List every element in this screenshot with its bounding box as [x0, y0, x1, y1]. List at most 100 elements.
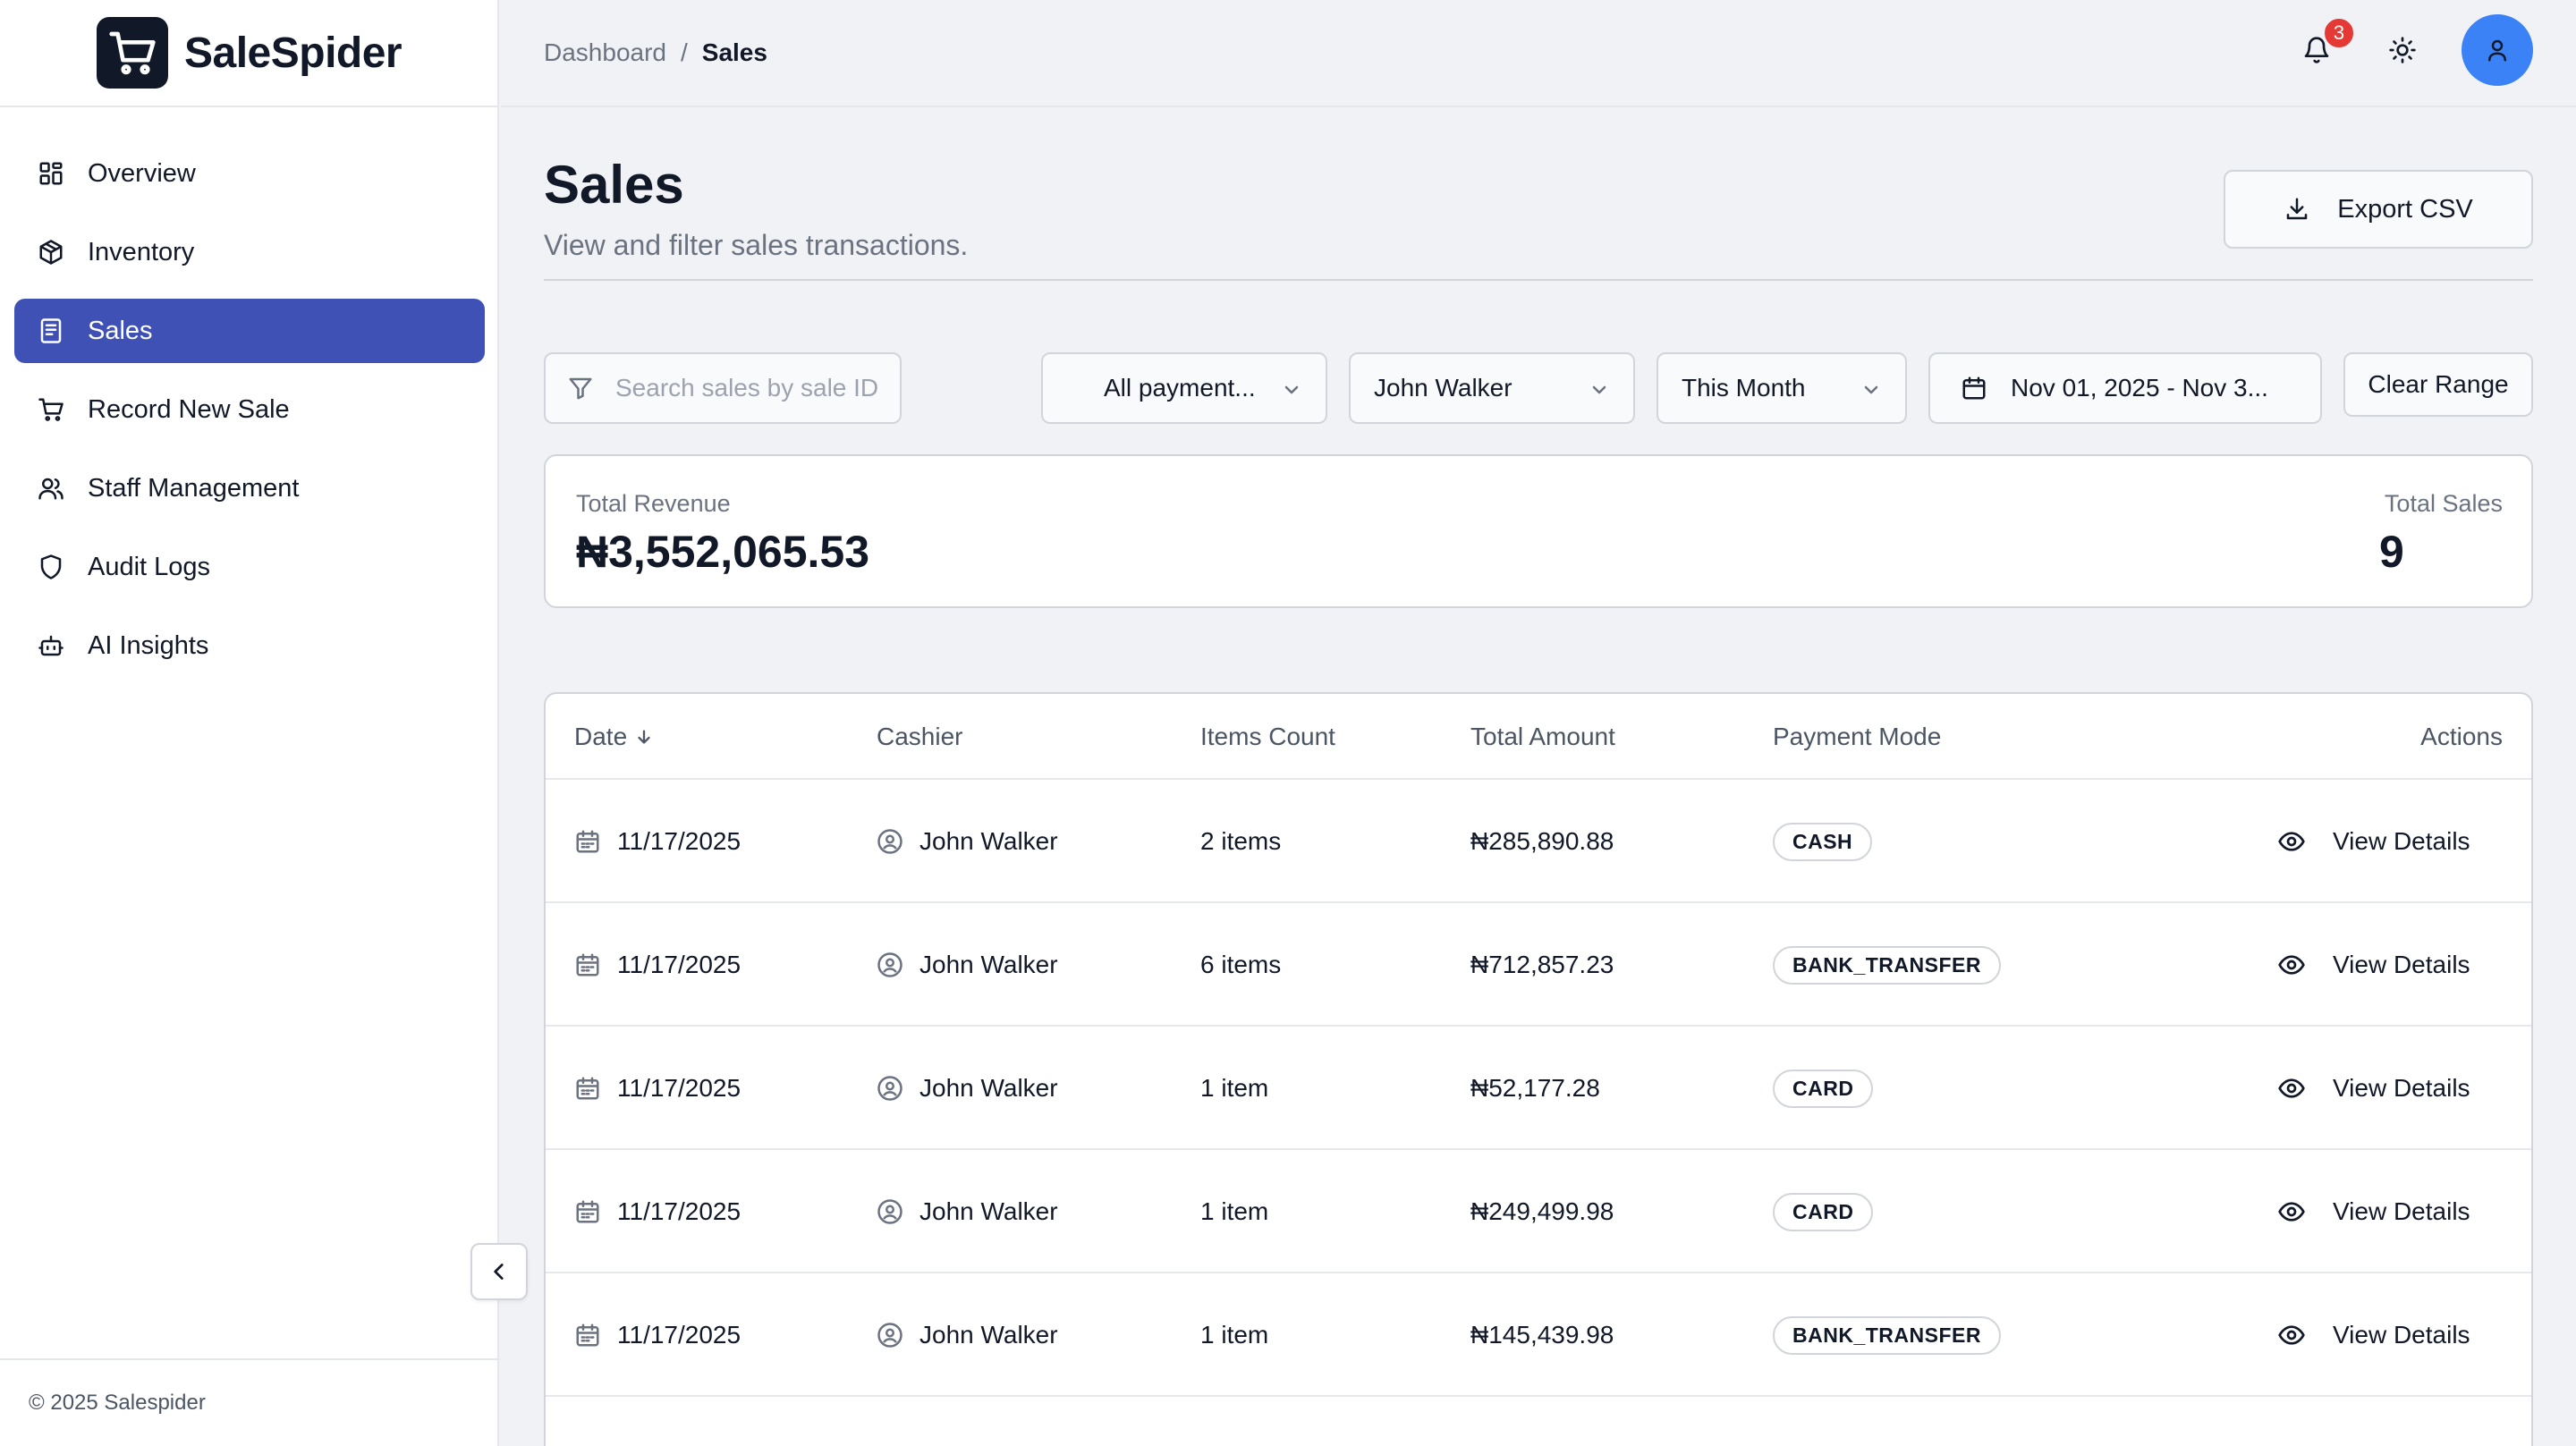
sidebar-item-label: AI Insights — [88, 630, 209, 660]
payment-mode-cell: CARD — [1773, 1069, 1874, 1108]
view-details-label: View Details — [2333, 827, 2470, 855]
period-select[interactable]: This Month — [1657, 352, 1907, 424]
top-header: Dashboard / Sales 3 — [501, 0, 2576, 107]
notifications-button[interactable]: 3 — [2290, 16, 2356, 77]
calendar-icon — [574, 1075, 617, 1102]
sidebar-item-audit-logs[interactable]: Audit Logs — [14, 535, 485, 599]
cashier-cell: John Walker — [877, 1195, 1058, 1229]
cashier-cell: John Walker — [877, 824, 1058, 858]
date-range-picker[interactable]: Nov 01, 2025 - Nov 3... — [1928, 352, 2322, 424]
sidebar-item-label: Sales — [88, 316, 153, 345]
eye-icon — [2277, 1074, 2333, 1103]
table-row: 11/17/2025 John Walker 2 items ₦285,890.… — [546, 780, 2531, 903]
date-cell: 11/17/2025 — [574, 948, 741, 982]
download-icon — [2284, 196, 2337, 223]
user-avatar[interactable] — [2462, 14, 2533, 86]
collapse-sidebar-button[interactable] — [470, 1243, 528, 1300]
user-circle-icon — [877, 1322, 919, 1349]
table-row: 11/17/2025 John Walker 6 items ₦712,857.… — [546, 903, 2531, 1027]
sidebar-item-label: Inventory — [88, 237, 195, 266]
total-amount: ₦145,439.98 — [1470, 1321, 1614, 1349]
view-details-button[interactable]: View Details — [2277, 1195, 2470, 1229]
view-details-label: View Details — [2333, 1321, 2470, 1349]
sidebar-item-staff-management[interactable]: Staff Management — [14, 456, 485, 520]
cashier-name: John Walker — [919, 951, 1058, 978]
calendar-icon — [574, 951, 617, 978]
total-sales-label: Total Sales — [2384, 490, 2503, 517]
payment-mode-badge: CASH — [1773, 822, 1873, 861]
view-details-button[interactable]: View Details — [2277, 1318, 2470, 1352]
view-details-label: View Details — [2333, 951, 2470, 978]
column-header-date[interactable]: Date — [574, 723, 654, 751]
copyright-text: © 2025 Salespider — [0, 1358, 497, 1446]
chevron-left-icon — [487, 1260, 511, 1283]
total-sales-value: 9 — [2379, 527, 2404, 577]
export-csv-button[interactable]: Export CSV — [2224, 170, 2533, 249]
cashier-select[interactable]: John Walker — [1349, 352, 1635, 424]
payment-mode-value: All payment... — [1104, 374, 1256, 402]
column-header-payment-mode[interactable]: Payment Mode — [1773, 723, 1941, 751]
eye-icon — [2277, 1321, 2333, 1349]
view-details-button[interactable]: View Details — [2277, 1071, 2470, 1105]
search-field[interactable] — [544, 352, 902, 424]
package-icon — [36, 237, 66, 267]
eye-icon — [2277, 951, 2333, 979]
user-circle-icon — [877, 1198, 919, 1225]
calendar-icon — [574, 1198, 617, 1225]
sidebar-item-record-new-sale[interactable]: Record New Sale — [14, 377, 485, 442]
chevron-down-icon — [1589, 379, 1610, 401]
arrow-down-icon — [627, 727, 654, 747]
search-input[interactable] — [615, 374, 884, 402]
total-amount: ₦712,857.23 — [1470, 951, 1614, 978]
filter-icon — [567, 375, 594, 402]
view-details-button[interactable]: View Details — [2277, 824, 2470, 858]
clear-range-button[interactable]: Clear Range — [2343, 352, 2533, 417]
sale-date: 11/17/2025 — [617, 951, 741, 978]
sidebar-item-sales[interactable]: Sales — [14, 299, 485, 363]
payment-mode-cell: BANK_TRANSFER — [1773, 1315, 2001, 1355]
payment-mode-badge: CARD — [1773, 1192, 1874, 1231]
date-cell: 11/17/2025 — [574, 1195, 741, 1229]
payment-mode-select[interactable]: All payment... — [1041, 352, 1327, 424]
export-csv-label: Export CSV — [2337, 194, 2473, 224]
sidebar-item-label: Overview — [88, 158, 196, 188]
theme-toggle-button[interactable] — [2376, 23, 2429, 77]
items-count: 6 items — [1200, 951, 1282, 978]
page-title: Sales — [544, 155, 684, 215]
sale-date: 11/17/2025 — [617, 1074, 741, 1102]
sidebar-item-ai-insights[interactable]: AI Insights — [14, 613, 485, 678]
grid-icon — [36, 158, 66, 189]
eye-icon — [2277, 827, 2333, 856]
sale-date: 11/17/2025 — [617, 827, 741, 855]
chevron-down-icon — [1281, 379, 1302, 401]
view-details-label: View Details — [2333, 1074, 2470, 1102]
table-row: 11/17/2025 John Walker 1 item ₦249,499.9… — [546, 1150, 2531, 1273]
date-range-value: Nov 01, 2025 - Nov 3... — [2011, 374, 2268, 402]
items-count: 1 item — [1200, 1321, 1269, 1349]
sale-date: 11/17/2025 — [617, 1321, 741, 1349]
total-amount: ₦285,890.88 — [1470, 827, 1614, 855]
sidebar-item-label: Record New Sale — [88, 394, 290, 424]
cart-logo-icon — [97, 17, 168, 89]
view-details-label: View Details — [2333, 1197, 2470, 1225]
notification-badge: 3 — [2322, 16, 2356, 50]
filter-bar: All payment... John Walker This Month No… — [544, 352, 2533, 424]
payment-mode-badge: BANK_TRANSFER — [1773, 945, 2001, 985]
column-header-total-amount[interactable]: Total Amount — [1470, 723, 1615, 751]
cashier-cell: John Walker — [877, 1318, 1058, 1352]
view-details-button[interactable]: View Details — [2277, 948, 2470, 982]
total-amount: ₦249,499.98 — [1470, 1197, 1614, 1225]
column-header-items-count[interactable]: Items Count — [1200, 723, 1335, 751]
breadcrumb-dashboard[interactable]: Dashboard — [544, 38, 666, 67]
period-value: This Month — [1682, 374, 1806, 402]
divider — [544, 279, 2533, 281]
date-cell: 11/17/2025 — [574, 1071, 741, 1105]
date-cell: 11/17/2025 — [574, 824, 741, 858]
cart-icon — [36, 394, 66, 425]
table-header: Date Cashier Items Count Total Amount Pa… — [546, 694, 2531, 780]
brand[interactable]: SaleSpider — [0, 0, 497, 107]
sidebar-item-inventory[interactable]: Inventory — [14, 220, 485, 284]
cashier-value: John Walker — [1374, 374, 1513, 402]
sidebar-item-overview[interactable]: Overview — [14, 141, 485, 206]
column-header-cashier[interactable]: Cashier — [877, 723, 962, 751]
